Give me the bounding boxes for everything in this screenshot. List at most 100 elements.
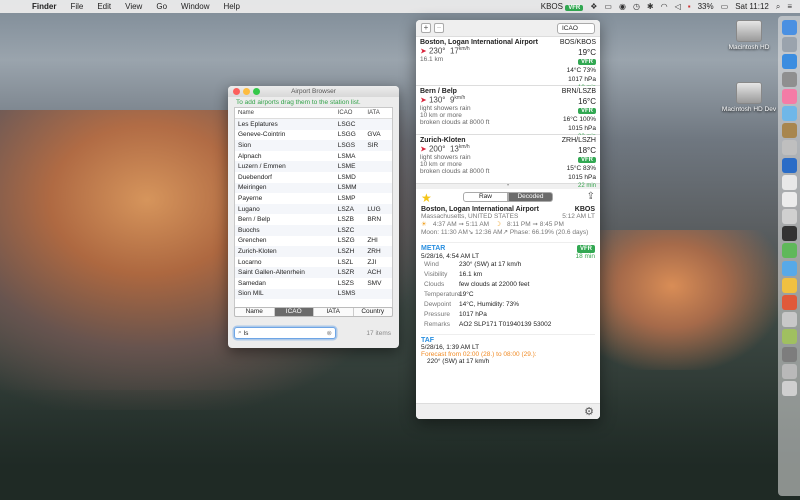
settings-gear-icon[interactable]: ⚙ <box>584 405 594 418</box>
airport-table[interactable]: Name ICAO IATA Les Eplatures LSGC Geneve-C… <box>234 107 393 314</box>
photos-dock-icon[interactable] <box>781 277 797 293</box>
utility-dock-icon[interactable] <box>781 312 797 328</box>
filter-icao[interactable]: ICAO <box>274 308 314 316</box>
spotlight-icon[interactable]: ⌕ <box>776 2 780 12</box>
station-visibility: 16.1 km <box>420 55 444 63</box>
downloads-dock-icon[interactable] <box>781 363 797 379</box>
column-iata[interactable]: IATA <box>367 110 392 116</box>
table-row[interactable]: Grenchen LSZG ZHI <box>235 236 392 247</box>
metar-row: Wind 230° (SW) at 17 km/h <box>421 260 595 270</box>
calendar-dock-icon[interactable] <box>781 174 797 190</box>
station-dew-humidity: 15°C 83% <box>566 165 596 172</box>
remove-station-button[interactable]: − <box>434 23 444 33</box>
table-row[interactable]: Les Eplatures LSGC <box>235 119 392 130</box>
table-row[interactable]: Sion LSGS SIR <box>235 140 392 151</box>
table-row[interactable]: Zurich-Kloten LSZH ZRH <box>235 246 392 257</box>
station-vfr-badge: VFR <box>578 157 596 163</box>
trash-dock-icon[interactable] <box>781 380 797 396</box>
table-row[interactable]: Lugano LSZA LUG <box>235 203 392 215</box>
station-code: BOS/KBOS <box>559 39 596 46</box>
filter-iata[interactable]: IATA <box>314 308 354 316</box>
desktop-disk-macintosh-hd-dev[interactable]: Macintosh HD Dev <box>721 82 777 113</box>
mail-dock-icon[interactable] <box>781 105 797 121</box>
battery-icon[interactable]: ▭ <box>721 2 729 11</box>
menu-view[interactable]: View <box>125 2 142 11</box>
tab-raw[interactable]: Raw <box>463 192 508 202</box>
battery-percent[interactable]: 33% <box>698 2 714 11</box>
notification-center-icon[interactable]: ≡ <box>787 2 792 11</box>
menu-go[interactable]: Go <box>156 2 167 11</box>
taf-time: 5/28/16, 1:39 AM LT <box>421 344 480 351</box>
wallpaper-forest <box>0 390 800 500</box>
station-card[interactable]: Bern / Belp BRN/LSZB ➤ 130° 9km/h 16°C VFR li… <box>416 86 600 140</box>
clear-search-icon[interactable]: ⊗ <box>327 329 332 337</box>
weather-status-item[interactable]: KBOS VFR <box>541 2 584 12</box>
table-row[interactable]: Geneve-Cointrin LSGG GVA <box>235 130 392 141</box>
table-row[interactable]: Alpnach LSMA <box>235 151 392 162</box>
maps-dock-icon[interactable] <box>781 260 797 276</box>
menu-help[interactable]: Help <box>223 2 239 11</box>
cell-name: Payerne <box>238 194 263 202</box>
column-name[interactable]: Name <box>235 110 338 116</box>
table-row[interactable]: Meiringen LSMM <box>235 182 392 194</box>
close-button[interactable] <box>233 88 240 95</box>
textedit-dock-icon[interactable] <box>781 191 797 207</box>
filter-name[interactable]: Name <box>235 308 275 316</box>
flag-icon[interactable]: ▪ <box>688 2 691 11</box>
table-row[interactable]: Duebendorf LSMD <box>235 172 392 183</box>
add-station-button[interactable]: + <box>421 23 431 33</box>
airplay-icon[interactable]: ▭ <box>604 2 612 11</box>
tab-decoded[interactable]: Decoded <box>508 192 553 202</box>
metar-decoded-table: Wind 230° (SW) at 17 km/h Visibility 16.1 k… <box>421 260 595 330</box>
app-store-dock-icon[interactable] <box>781 295 797 310</box>
table-row[interactable]: Luzern / Emmen LSME <box>235 161 392 172</box>
activity-dock-icon[interactable] <box>781 226 797 242</box>
zoom-button[interactable] <box>253 88 260 95</box>
messages-dock-icon[interactable] <box>781 243 797 259</box>
minimize-button[interactable] <box>243 88 250 95</box>
finder-dock-icon[interactable] <box>781 20 797 35</box>
station-card[interactable]: Zurich-Kloten ZRH/LSZH ➤ 200° 13km/h 18°C VF… <box>416 135 600 189</box>
terminal-dock-icon[interactable] <box>781 346 797 362</box>
volume-icon[interactable]: ◁ <box>675 2 681 11</box>
code-type-select[interactable]: ICAO <box>557 22 595 34</box>
cell-icao: LSZS <box>337 279 354 287</box>
notes-dock-icon[interactable] <box>781 123 797 139</box>
table-row[interactable]: Buochs LSZC <box>235 224 392 236</box>
weather-app-dock-icon[interactable] <box>781 329 797 345</box>
bluetooth-icon[interactable]: ✱ <box>647 2 654 11</box>
cell-name: Grenchen <box>238 237 267 245</box>
station-card[interactable]: Boston, Logan International Airport BOS/K… <box>416 37 600 91</box>
share-icon[interactable]: ⇪ <box>587 191 595 202</box>
table-row[interactable]: Payerne LSMP <box>235 193 392 204</box>
activity-icon[interactable]: ◉ <box>619 2 626 11</box>
menu-file[interactable]: File <box>70 2 83 11</box>
safari-dock-icon[interactable] <box>781 54 797 70</box>
sysprefs-dock-icon[interactable] <box>781 209 797 225</box>
item-count: 17 items <box>366 330 391 337</box>
search-field[interactable]: ⌕ ls ⊗ <box>234 327 336 339</box>
table-row[interactable]: Samedan LSZS SMV <box>235 278 392 289</box>
table-row[interactable]: Bern / Belp LSZB BRN <box>235 214 392 225</box>
wifi-icon[interactable]: ◠ <box>661 2 668 11</box>
time-machine-icon[interactable]: ◷ <box>633 2 640 11</box>
table-row[interactable]: Locarno LSZL ZJI <box>235 257 392 268</box>
xcode-dock-icon[interactable] <box>781 157 797 173</box>
preview-dock-icon[interactable] <box>781 140 797 156</box>
clock[interactable]: Sat 11:12 <box>735 2 769 11</box>
menu-edit[interactable]: Edit <box>97 2 111 11</box>
music-dock-icon[interactable] <box>781 88 797 104</box>
app-menu[interactable]: Finder <box>32 2 56 11</box>
menu-window[interactable]: Window <box>181 2 209 11</box>
column-icao[interactable]: ICAO <box>338 110 368 116</box>
filter-country[interactable]: Country <box>354 308 393 316</box>
favorite-star-icon[interactable]: ★ <box>421 191 432 205</box>
app-dock-icon[interactable] <box>781 71 797 87</box>
launchpad-dock-icon[interactable] <box>781 37 797 53</box>
table-row[interactable]: Sion MIL LSMS <box>235 288 392 300</box>
dropbox-icon[interactable]: ❖ <box>590 2 597 11</box>
desktop-disk-macintosh-hd[interactable]: Macintosh HD <box>721 20 777 51</box>
cell-icao: LSZL <box>337 258 354 266</box>
window-titlebar[interactable]: Airport Browser <box>228 86 399 97</box>
table-row[interactable]: Saint Gallen-Altenrhein LSZR ACH <box>235 267 392 278</box>
